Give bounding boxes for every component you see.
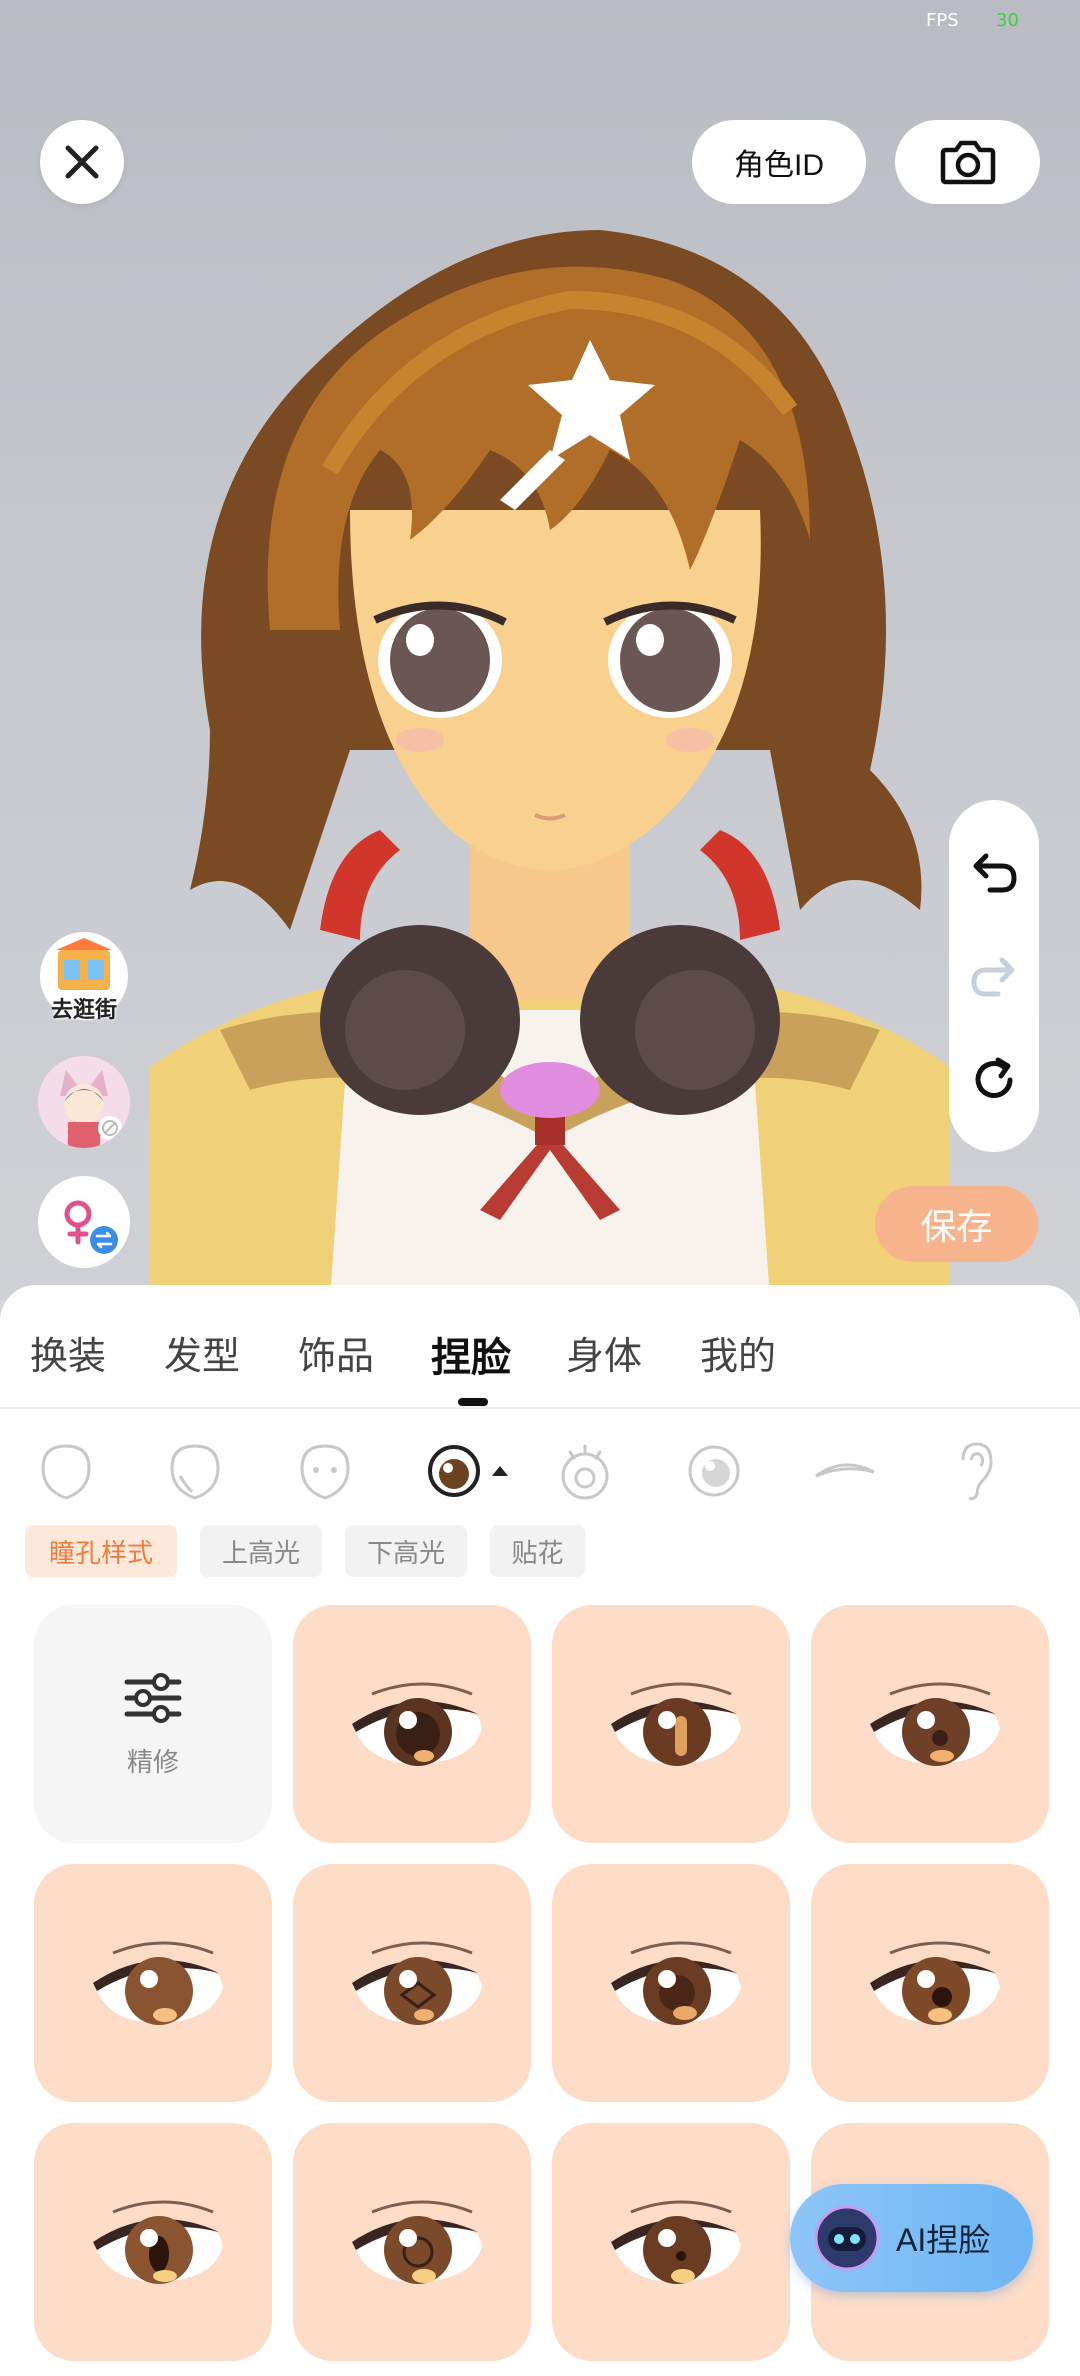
shop-label: 去逛街 [50,997,117,1022]
tab-indicator [458,1398,488,1406]
part-ear[interactable] [934,1431,1014,1511]
redo-button[interactable] [964,946,1024,1006]
eye-preview-icon [870,1682,1000,1766]
role-id-label: 角色ID [734,149,824,182]
close-icon [65,145,99,179]
pupil-style-tile[interactable] [552,2123,790,2361]
pupil-style-tile[interactable] [34,2123,272,2361]
pupil-style-tile[interactable] [34,1864,272,2102]
tabs-divider [0,1407,1080,1409]
sliders-icon [124,1672,182,1723]
undo-icon [973,853,1017,893]
pupil-style-tile[interactable] [293,1605,531,1843]
reset-button[interactable] [964,1050,1024,1110]
eye-preview-icon [611,2200,741,2284]
part-face-shape[interactable] [26,1431,106,1511]
tab-outfit[interactable]: 换装 [30,1325,106,1380]
save-button[interactable]: 保存 [875,1186,1038,1262]
eye-preview-icon [352,1941,482,2025]
gender-switch-button[interactable] [38,1176,130,1268]
eye-preview-icon [611,1941,741,2025]
eyebrow-icon [815,1463,875,1478]
tab-body[interactable]: 身体 [566,1325,642,1380]
part-eye[interactable] [418,1431,518,1511]
tab-mine[interactable]: 我的 [700,1325,776,1380]
robot-icon [814,2205,880,2271]
category-tabs: 换装 发型 饰品 捏脸 身体 我的 [0,1285,1080,1406]
subtab-decal[interactable]: 贴花 [490,1525,585,1577]
eye-preview-icon [870,1941,1000,2025]
part-eyebrow[interactable] [805,1431,885,1511]
face-front-icon [300,1444,350,1500]
ai-face-label: AI捏脸 [896,2222,991,2258]
subtab-pupil-style[interactable]: 瞳孔样式 [25,1525,177,1577]
face-shape-icon [41,1444,91,1500]
pupil-style-tile[interactable] [552,1605,790,1843]
avatar-character[interactable] [150,210,950,1300]
history-panel [949,800,1039,1152]
part-face-front[interactable] [285,1431,365,1511]
tab-accessories[interactable]: 饰品 [298,1325,374,1380]
profile-avatar-button[interactable] [38,1056,130,1148]
ai-face-button[interactable]: AI捏脸 [790,2184,1033,2292]
tab-face[interactable]: 捏脸 [431,1325,511,1383]
fps-value: 30 [996,10,1019,31]
eye-preview-icon [352,2200,482,2284]
shop-button[interactable]: 去逛街 [38,930,130,1022]
face-part-selector [0,1431,1080,1511]
subtab-lower-highlight[interactable]: 下高光 [345,1525,467,1577]
tab-hairstyle[interactable]: 发型 [164,1325,240,1380]
part-eyelash[interactable] [545,1431,625,1511]
camera-icon [940,140,995,185]
part-eye-highlight[interactable] [674,1431,754,1511]
pupil-style-tile[interactable] [811,1605,1049,1843]
eye-preview-icon [611,1682,741,1766]
refine-button[interactable]: 精修 [34,1605,272,1843]
reset-icon [975,1057,1013,1098]
pupil-style-tile[interactable] [552,1864,790,2102]
eye-lash-icon [561,1444,609,1500]
camera-button[interactable] [895,120,1040,204]
undo-button[interactable] [964,842,1024,902]
save-label: 保存 [920,1206,993,1247]
refine-label: 精修 [126,1746,179,1777]
eye-icon [428,1445,508,1497]
eye-preview-icon [93,1941,223,2025]
avatar [38,1056,130,1148]
fps-label: FPS [926,10,959,31]
eye-preview-icon [93,2200,223,2284]
female-swap-icon [64,1200,118,1254]
part-face-side[interactable] [155,1431,235,1511]
avatar-viewport[interactable]: FPS 30 角色ID 去逛街 保存 [0,0,1080,1300]
role-id-button[interactable]: 角色ID [692,120,866,204]
pupil-style-tile[interactable] [293,1864,531,2102]
subtab-upper-highlight[interactable]: 上高光 [200,1525,322,1577]
redo-icon [971,957,1015,997]
pupil-style-tile[interactable] [811,1864,1049,2102]
face-side-icon [170,1444,220,1500]
ear-icon [961,1442,993,1500]
eye-highlight-icon [688,1445,740,1497]
pupil-style-tile[interactable] [293,2123,531,2361]
close-button[interactable] [40,120,124,204]
eye-preview-icon [352,1682,482,1766]
